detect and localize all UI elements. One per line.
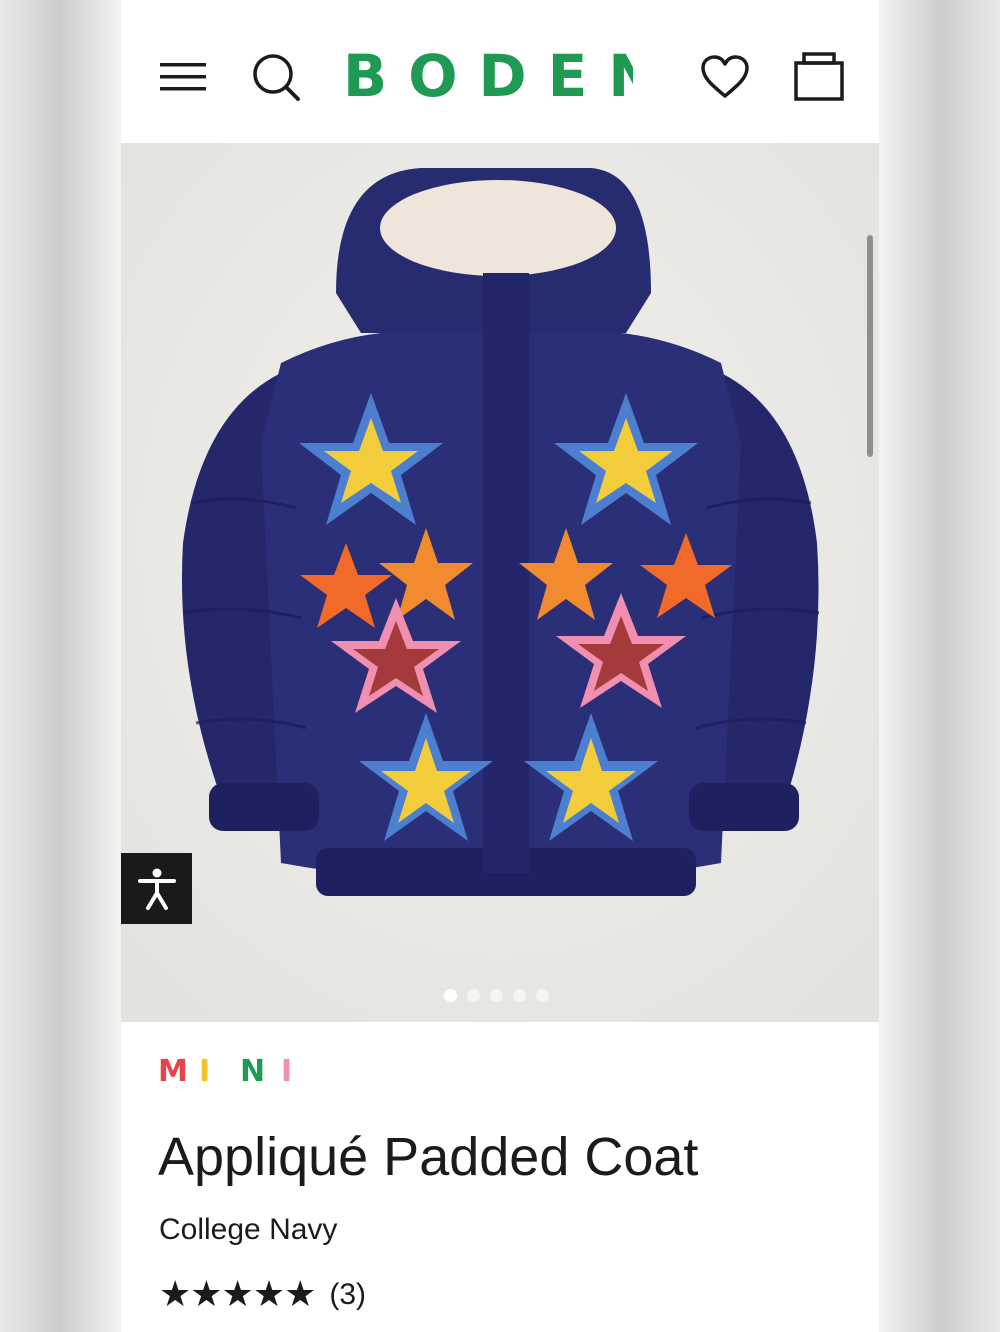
carousel-dot[interactable]: [536, 989, 549, 1002]
mini-letter: I: [281, 1054, 293, 1089]
mini-letter: N: [240, 1054, 266, 1089]
search-button[interactable]: [249, 50, 303, 104]
hamburger-menu-icon: [160, 63, 206, 91]
accessibility-button[interactable]: [121, 853, 192, 924]
mini-brand-label: M I N I: [158, 1055, 322, 1089]
product-page: BODEN: [121, 0, 879, 1332]
rating-stars: ★★★★★: [159, 1274, 316, 1315]
shopping-bag-icon: [794, 52, 844, 101]
menu-button[interactable]: [156, 50, 210, 104]
carousel-dot[interactable]: [467, 989, 480, 1002]
site-header: BODEN: [121, 0, 879, 143]
product-colour: College Navy: [159, 1213, 338, 1246]
scrollbar[interactable]: [867, 235, 873, 457]
review-count[interactable]: (3): [329, 1270, 366, 1320]
boden-logo[interactable]: BODEN: [343, 44, 633, 108]
search-icon: [253, 54, 300, 101]
carousel-dots: [444, 989, 549, 1002]
product-image-gallery[interactable]: [121, 143, 879, 1022]
carousel-dot[interactable]: [513, 989, 526, 1002]
carousel-dot[interactable]: [444, 989, 457, 1002]
product-image: [121, 143, 879, 1022]
accessibility-person-icon: [137, 868, 176, 910]
shopping-bag-button[interactable]: [792, 50, 846, 104]
heart-icon: [701, 55, 749, 98]
product-title: Appliqué Padded Coat: [158, 1127, 699, 1187]
mini-letter: I: [199, 1054, 211, 1089]
carousel-dot[interactable]: [490, 989, 503, 1002]
product-rating[interactable]: ★★★★★ (3): [159, 1270, 366, 1320]
mini-letter: M: [158, 1054, 188, 1089]
wishlist-button[interactable]: [698, 50, 752, 104]
